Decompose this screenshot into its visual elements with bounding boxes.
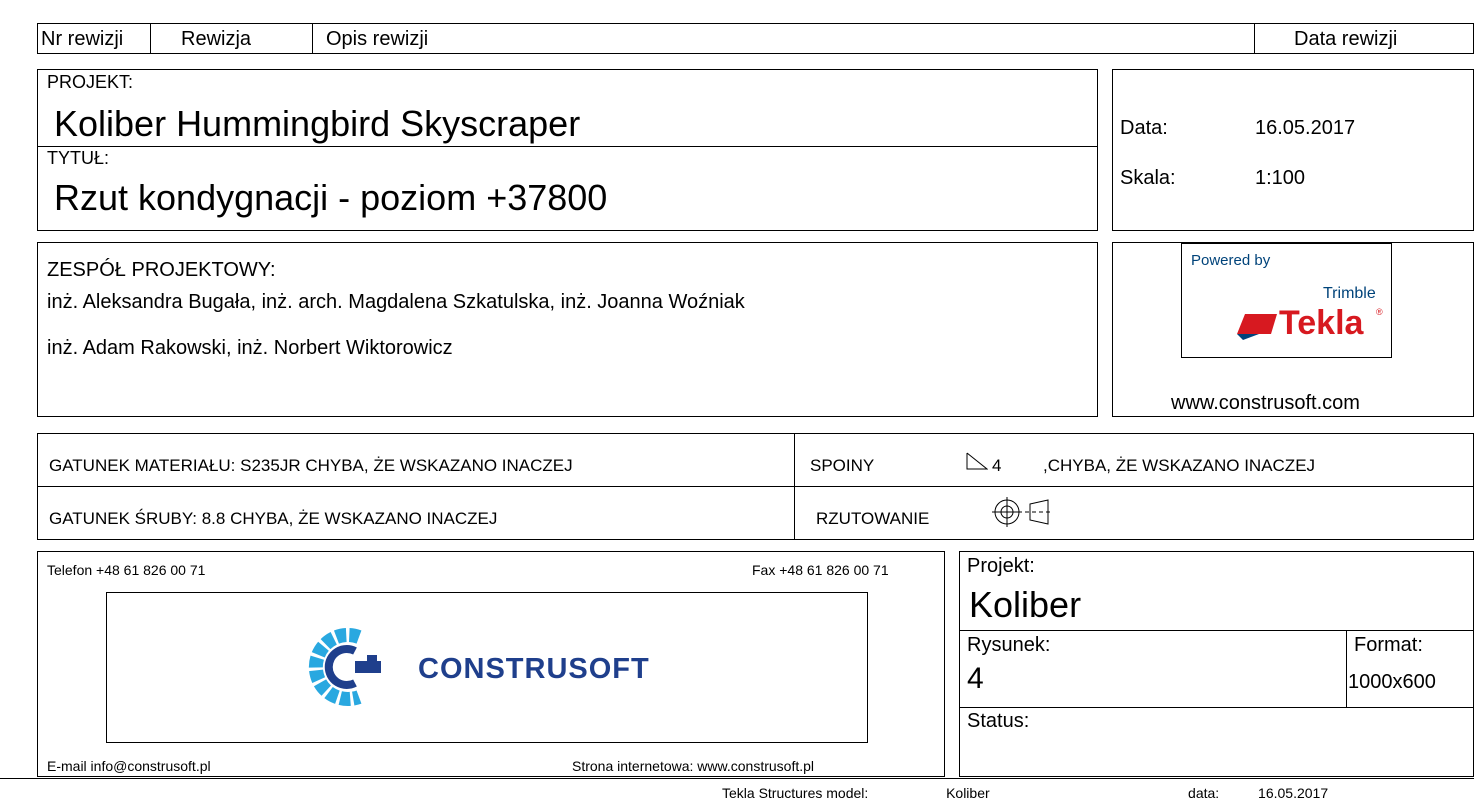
revision-description-header: Opis rewizji: [326, 28, 429, 50]
format-label: Format:: [1354, 634, 1423, 656]
projection-label: RZUTOWANIE: [816, 509, 930, 528]
revision-date-header: Data rewizji: [1294, 28, 1398, 50]
projection-symbol-icon: [992, 497, 1050, 527]
drawing-number: 4: [967, 662, 984, 695]
company-website: Strona internetowa: www.construsoft.pl: [572, 758, 815, 774]
construsoft-mark-icon: [308, 628, 381, 706]
website-url: www.construsoft.com: [1171, 392, 1360, 414]
footer-model-info: Tekla Structures model: Koliber data: 16…: [722, 785, 1329, 801]
project-short-label: Projekt:: [967, 555, 1035, 577]
material-grade: GATUNEK MATERIAŁU: S235JR CHYBA, ŻE WSKA…: [49, 456, 573, 475]
date-label: Data:: [1120, 117, 1168, 139]
tekla-mark-icon: [1237, 314, 1277, 340]
revision-table: [37, 23, 1474, 54]
welds-label: SPOINY: [810, 456, 875, 475]
fillet-weld-icon: [966, 452, 988, 470]
fax-number: Fax +48 61 826 00 71: [752, 562, 889, 578]
welds-note: ,CHYBA, ŻE WSKAZANO INACZEJ: [1043, 456, 1316, 475]
powered-by-text: Powered by: [1191, 252, 1271, 269]
tekla-logo: Powered by Trimble Tekla ®: [1181, 243, 1392, 358]
phone-number: Telefon +48 61 826 00 71: [47, 562, 206, 578]
email-address: E-mail info@construsoft.pl: [47, 758, 211, 774]
scale-label: Skala:: [1120, 167, 1176, 189]
revision-header: Rewizja: [181, 28, 252, 50]
trimble-text: Trimble: [1323, 285, 1376, 302]
project-name: Koliber Hummingbird Skyscraper: [54, 103, 581, 144]
construsoft-logo: CONSTRUSOFT: [106, 592, 868, 743]
format-value: 1000x600: [1348, 671, 1436, 693]
tekla-text: Tekla: [1279, 304, 1364, 342]
scale-value: 1:100: [1255, 167, 1306, 189]
date-scale-box: [1112, 69, 1474, 231]
revision-nr-header: Nr rewizji: [41, 28, 124, 50]
drawing-title: Rzut kondygnacji - poziom +37800: [54, 177, 608, 218]
construsoft-name: CONSTRUSOFT: [418, 653, 650, 685]
registered-mark: ®: [1376, 307, 1383, 317]
date-value: 16.05.2017: [1255, 117, 1356, 139]
drawing-number-label: Rysunek:: [967, 634, 1051, 656]
bolt-grade: GATUNEK ŚRUBY: 8.8 CHYBA, ŻE WSKAZANO IN…: [49, 509, 498, 528]
weld-size: 4: [992, 456, 1002, 475]
project-short-name: Koliber: [969, 584, 1082, 625]
title-label: TYTUŁ:: [47, 148, 110, 168]
team-members-line-2: inż. Adam Rakowski, inż. Norbert Wiktoro…: [47, 337, 453, 359]
status-label: Status:: [967, 710, 1030, 732]
team-label: ZESPÓŁ PROJEKTOWY:: [47, 259, 276, 281]
team-members-line-1: inż. Aleksandra Bugała, inż. arch. Magda…: [47, 291, 745, 313]
project-label: PROJEKT:: [47, 72, 134, 92]
